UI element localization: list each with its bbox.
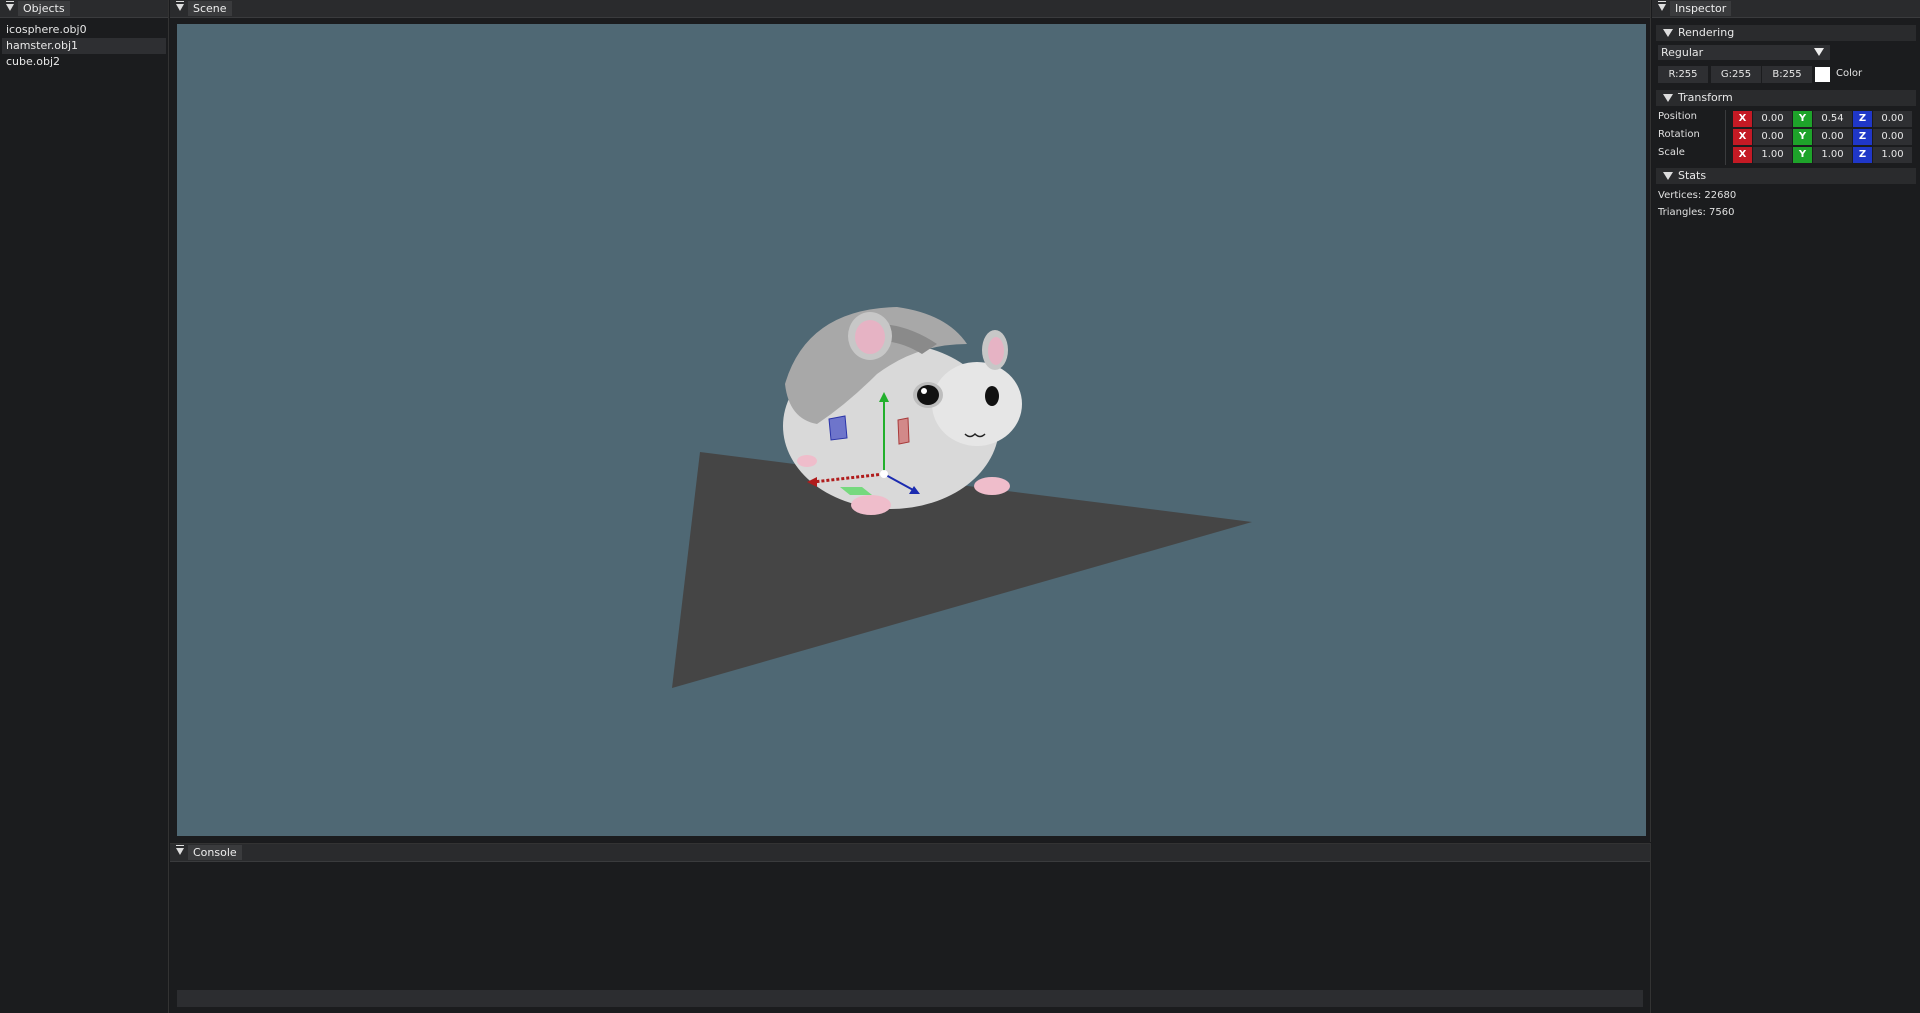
stats-triangles: Triangles: 7560	[1658, 207, 1735, 218]
objects-tab[interactable]: Objects	[18, 1, 70, 16]
stats-vertices: Vertices: 22680	[1658, 190, 1737, 201]
scale-y-axis: Y	[1793, 147, 1812, 163]
render-mode-dropdown[interactable]: Regular	[1658, 45, 1830, 60]
transform-header-label: Transform	[1678, 91, 1733, 104]
position-y-field[interactable]: 0.54	[1813, 111, 1852, 127]
collapse-icon[interactable]	[176, 1, 184, 11]
inspector-titlebar: Inspector	[1652, 0, 1920, 18]
position-x-field[interactable]: 0.00	[1753, 111, 1792, 127]
color-label: Color	[1836, 68, 1863, 79]
console-titlebar: Console	[170, 844, 1650, 862]
chevron-down-icon	[1663, 29, 1673, 37]
chevron-down-icon	[1663, 94, 1673, 102]
scale-label: Scale	[1658, 147, 1685, 158]
collapse-icon[interactable]	[6, 1, 14, 11]
rotation-x-axis: X	[1733, 129, 1752, 145]
console-input[interactable]	[177, 990, 1643, 1007]
chevron-down-icon	[1814, 48, 1824, 56]
position-z-axis: Z	[1853, 111, 1872, 127]
scale-x-field[interactable]: 1.00	[1753, 147, 1792, 163]
render-mode-value: Regular	[1661, 46, 1704, 59]
color-b-field[interactable]: B:255	[1762, 66, 1812, 83]
rendering-section-header[interactable]: Rendering	[1656, 25, 1916, 41]
position-label: Position	[1658, 111, 1697, 122]
stats-header-label: Stats	[1678, 169, 1707, 182]
collapse-icon[interactable]	[1658, 1, 1666, 11]
scene-panel: Scene	[170, 0, 1651, 842]
rotation-y-field[interactable]: 0.00	[1813, 129, 1852, 145]
rotation-z-field[interactable]: 0.00	[1873, 129, 1912, 145]
color-r-field[interactable]: R:255	[1658, 66, 1708, 83]
position-y-axis: Y	[1793, 111, 1812, 127]
scene-viewport[interactable]	[177, 24, 1646, 836]
rotation-z-axis: Z	[1853, 129, 1872, 145]
scene-titlebar: Scene	[170, 0, 1650, 18]
rendering-header-label: Rendering	[1678, 26, 1735, 39]
scene-tab[interactable]: Scene	[188, 1, 232, 16]
transform-section-header[interactable]: Transform	[1656, 90, 1916, 106]
scale-x-axis: X	[1733, 147, 1752, 163]
inspector-tab[interactable]: Inspector	[1670, 1, 1732, 16]
color-swatch[interactable]	[1815, 67, 1830, 82]
console-panel: Console	[170, 843, 1651, 1013]
chevron-down-icon	[1663, 172, 1673, 180]
color-g-field[interactable]: G:255	[1711, 66, 1761, 83]
rotation-y-axis: Y	[1793, 129, 1812, 145]
position-z-field[interactable]: 0.00	[1873, 111, 1912, 127]
inspector-panel: Inspector Rendering Regular R:255 G:255 …	[1652, 0, 1920, 1013]
objects-titlebar: Objects	[0, 0, 168, 18]
position-x-axis: X	[1733, 111, 1752, 127]
object-item-hamster[interactable]: hamster.obj1	[2, 38, 166, 54]
scale-z-axis: Z	[1853, 147, 1872, 163]
objects-panel: Objects icosphere.obj0 hamster.obj1 cube…	[0, 0, 169, 1013]
object-item-icosphere[interactable]: icosphere.obj0	[2, 22, 166, 38]
rotation-x-field[interactable]: 0.00	[1753, 129, 1792, 145]
scale-z-field[interactable]: 1.00	[1873, 147, 1912, 163]
object-list: icosphere.obj0 hamster.obj1 cube.obj2	[2, 22, 166, 70]
stats-section-header[interactable]: Stats	[1656, 168, 1916, 184]
collapse-icon[interactable]	[176, 845, 184, 855]
object-item-cube[interactable]: cube.obj2	[2, 54, 166, 70]
transform-divider	[1725, 110, 1726, 165]
scale-y-field[interactable]: 1.00	[1813, 147, 1852, 163]
scene-render[interactable]	[177, 24, 1646, 836]
console-tab[interactable]: Console	[188, 845, 242, 860]
rotation-label: Rotation	[1658, 129, 1700, 140]
